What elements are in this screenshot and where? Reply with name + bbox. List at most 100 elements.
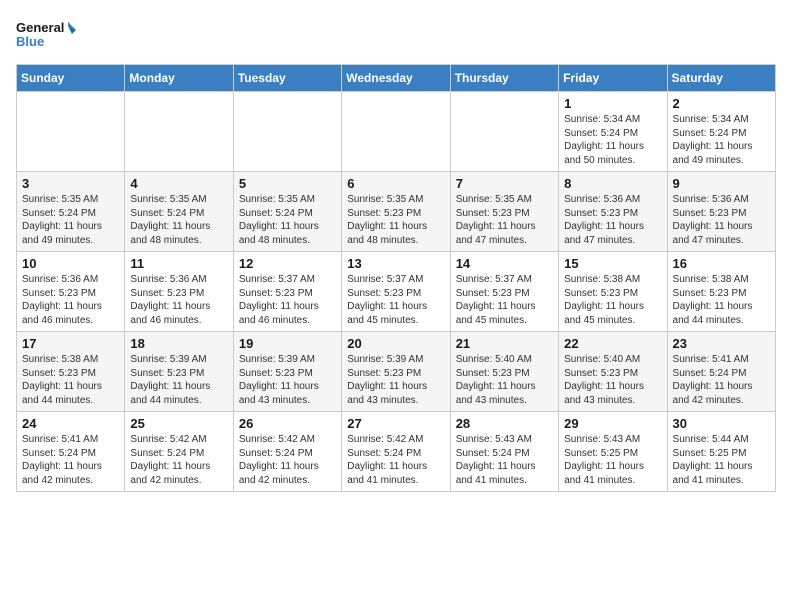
day-info: Sunrise: 5:41 AM Sunset: 5:24 PM Dayligh…: [22, 433, 119, 487]
day-info: Sunrise: 5:34 AM Sunset: 5:24 PM Dayligh…: [564, 113, 661, 167]
day-number: 19: [239, 336, 336, 351]
day-number: 21: [456, 336, 553, 351]
day-number: 29: [564, 416, 661, 431]
day-number: 22: [564, 336, 661, 351]
day-info: Sunrise: 5:42 AM Sunset: 5:24 PM Dayligh…: [347, 433, 444, 487]
calendar-header-tuesday: Tuesday: [233, 65, 341, 92]
day-number: 25: [130, 416, 227, 431]
calendar-cell: [125, 92, 233, 172]
calendar-week-4: 17Sunrise: 5:38 AM Sunset: 5:23 PM Dayli…: [17, 332, 776, 412]
calendar-cell: 5 Sunrise: 5:35 AM Sunset: 5:24 PM Daylig…: [233, 172, 341, 252]
calendar-cell: 14 Sunrise: 5:37 AM Sunset: 5:23 PM Dayli…: [450, 252, 558, 332]
calendar-cell: 30 Sunrise: 5:44 AM Sunset: 5:25 PM Dayli…: [667, 412, 775, 492]
calendar-cell: 11Sunrise: 5:36 AM Sunset: 5:23 PM Dayli…: [125, 252, 233, 332]
calendar-table: SundayMondayTuesdayWednesdayThursdayFrid…: [16, 64, 776, 492]
day-info: Sunrise: 5:35 AM Sunset: 5:24 PM Dayligh…: [239, 193, 336, 247]
day-info: Sunrise: 5:36 AM Sunset: 5:23 PM Dayligh…: [673, 193, 770, 247]
day-info: Sunrise: 5:42 AM Sunset: 5:24 PM Dayligh…: [130, 433, 227, 487]
day-info: Sunrise: 5:39 AM Sunset: 5:23 PM Dayligh…: [130, 353, 227, 407]
calendar-cell: 7 Sunrise: 5:35 AM Sunset: 5:23 PM Daylig…: [450, 172, 558, 252]
day-number: 13: [347, 256, 444, 271]
day-info: Sunrise: 5:41 AM Sunset: 5:24 PM Dayligh…: [673, 353, 770, 407]
day-info: Sunrise: 5:36 AM Sunset: 5:23 PM Dayligh…: [22, 273, 119, 327]
day-number: 7: [456, 176, 553, 191]
day-info: Sunrise: 5:38 AM Sunset: 5:23 PM Dayligh…: [22, 353, 119, 407]
calendar-cell: 29 Sunrise: 5:43 AM Sunset: 5:25 PM Dayli…: [559, 412, 667, 492]
day-info: Sunrise: 5:35 AM Sunset: 5:23 PM Dayligh…: [347, 193, 444, 247]
calendar-cell: [450, 92, 558, 172]
calendar-cell: 21 Sunrise: 5:40 AM Sunset: 5:23 PM Dayli…: [450, 332, 558, 412]
calendar-cell: 18 Sunrise: 5:39 AM Sunset: 5:23 PM Dayli…: [125, 332, 233, 412]
day-info: Sunrise: 5:36 AM Sunset: 5:23 PM Dayligh…: [564, 193, 661, 247]
day-number: 26: [239, 416, 336, 431]
day-number: 28: [456, 416, 553, 431]
calendar-cell: 17Sunrise: 5:38 AM Sunset: 5:23 PM Dayli…: [17, 332, 125, 412]
page-header: General Blue: [16, 16, 776, 56]
day-number: 12: [239, 256, 336, 271]
calendar-cell: 9Sunrise: 5:36 AM Sunset: 5:23 PM Daylig…: [667, 172, 775, 252]
calendar-cell: 8 Sunrise: 5:36 AM Sunset: 5:23 PM Daylig…: [559, 172, 667, 252]
calendar-cell: 12 Sunrise: 5:37 AM Sunset: 5:23 PM Dayli…: [233, 252, 341, 332]
day-info: Sunrise: 5:35 AM Sunset: 5:24 PM Dayligh…: [130, 193, 227, 247]
day-info: Sunrise: 5:44 AM Sunset: 5:25 PM Dayligh…: [673, 433, 770, 487]
day-number: 23: [673, 336, 770, 351]
calendar-cell: 26 Sunrise: 5:42 AM Sunset: 5:24 PM Dayli…: [233, 412, 341, 492]
day-info: Sunrise: 5:40 AM Sunset: 5:23 PM Dayligh…: [456, 353, 553, 407]
calendar-week-5: 24Sunrise: 5:41 AM Sunset: 5:24 PM Dayli…: [17, 412, 776, 492]
calendar-cell: 6 Sunrise: 5:35 AM Sunset: 5:23 PM Daylig…: [342, 172, 450, 252]
calendar-header-wednesday: Wednesday: [342, 65, 450, 92]
day-number: 8: [564, 176, 661, 191]
calendar-cell: 13Sunrise: 5:37 AM Sunset: 5:23 PM Dayli…: [342, 252, 450, 332]
calendar-header-monday: Monday: [125, 65, 233, 92]
day-info: Sunrise: 5:43 AM Sunset: 5:25 PM Dayligh…: [564, 433, 661, 487]
day-number: 1: [564, 96, 661, 111]
day-info: Sunrise: 5:38 AM Sunset: 5:23 PM Dayligh…: [673, 273, 770, 327]
day-number: 6: [347, 176, 444, 191]
day-info: Sunrise: 5:43 AM Sunset: 5:24 PM Dayligh…: [456, 433, 553, 487]
calendar-cell: 3 Sunrise: 5:35 AM Sunset: 5:24 PM Daylig…: [17, 172, 125, 252]
day-info: Sunrise: 5:37 AM Sunset: 5:23 PM Dayligh…: [456, 273, 553, 327]
calendar-header-friday: Friday: [559, 65, 667, 92]
calendar-cell: [233, 92, 341, 172]
calendar-cell: 27 Sunrise: 5:42 AM Sunset: 5:24 PM Dayli…: [342, 412, 450, 492]
calendar-week-2: 3 Sunrise: 5:35 AM Sunset: 5:24 PM Daylig…: [17, 172, 776, 252]
calendar-cell: 15 Sunrise: 5:38 AM Sunset: 5:23 PM Dayli…: [559, 252, 667, 332]
calendar-cell: 25 Sunrise: 5:42 AM Sunset: 5:24 PM Dayli…: [125, 412, 233, 492]
day-info: Sunrise: 5:39 AM Sunset: 5:23 PM Dayligh…: [347, 353, 444, 407]
day-number: 30: [673, 416, 770, 431]
calendar-header-sunday: Sunday: [17, 65, 125, 92]
calendar-week-3: 10 Sunrise: 5:36 AM Sunset: 5:23 PM Dayli…: [17, 252, 776, 332]
calendar-cell: 10 Sunrise: 5:36 AM Sunset: 5:23 PM Dayli…: [17, 252, 125, 332]
svg-text:Blue: Blue: [16, 34, 44, 49]
day-number: 27: [347, 416, 444, 431]
day-info: Sunrise: 5:40 AM Sunset: 5:23 PM Dayligh…: [564, 353, 661, 407]
day-number: 3: [22, 176, 119, 191]
calendar-cell: 2Sunrise: 5:34 AM Sunset: 5:24 PM Daylig…: [667, 92, 775, 172]
calendar-cell: [17, 92, 125, 172]
day-info: Sunrise: 5:38 AM Sunset: 5:23 PM Dayligh…: [564, 273, 661, 327]
calendar-cell: 22 Sunrise: 5:40 AM Sunset: 5:23 PM Dayli…: [559, 332, 667, 412]
day-number: 20: [347, 336, 444, 351]
day-info: Sunrise: 5:35 AM Sunset: 5:23 PM Dayligh…: [456, 193, 553, 247]
calendar-cell: 1 Sunrise: 5:34 AM Sunset: 5:24 PM Daylig…: [559, 92, 667, 172]
day-number: 2: [673, 96, 770, 111]
day-info: Sunrise: 5:37 AM Sunset: 5:23 PM Dayligh…: [239, 273, 336, 327]
calendar-cell: 16Sunrise: 5:38 AM Sunset: 5:23 PM Dayli…: [667, 252, 775, 332]
calendar-cell: 28 Sunrise: 5:43 AM Sunset: 5:24 PM Dayli…: [450, 412, 558, 492]
day-info: Sunrise: 5:35 AM Sunset: 5:24 PM Dayligh…: [22, 193, 119, 247]
logo: General Blue: [16, 16, 76, 56]
day-number: 10: [22, 256, 119, 271]
day-number: 11: [130, 256, 227, 271]
day-info: Sunrise: 5:39 AM Sunset: 5:23 PM Dayligh…: [239, 353, 336, 407]
day-number: 18: [130, 336, 227, 351]
day-number: 15: [564, 256, 661, 271]
day-number: 4: [130, 176, 227, 191]
calendar-header-saturday: Saturday: [667, 65, 775, 92]
day-info: Sunrise: 5:42 AM Sunset: 5:24 PM Dayligh…: [239, 433, 336, 487]
calendar-cell: [342, 92, 450, 172]
calendar-header-row: SundayMondayTuesdayWednesdayThursdayFrid…: [17, 65, 776, 92]
svg-text:General: General: [16, 20, 64, 35]
calendar-cell: 20 Sunrise: 5:39 AM Sunset: 5:23 PM Dayli…: [342, 332, 450, 412]
day-number: 5: [239, 176, 336, 191]
day-number: 14: [456, 256, 553, 271]
